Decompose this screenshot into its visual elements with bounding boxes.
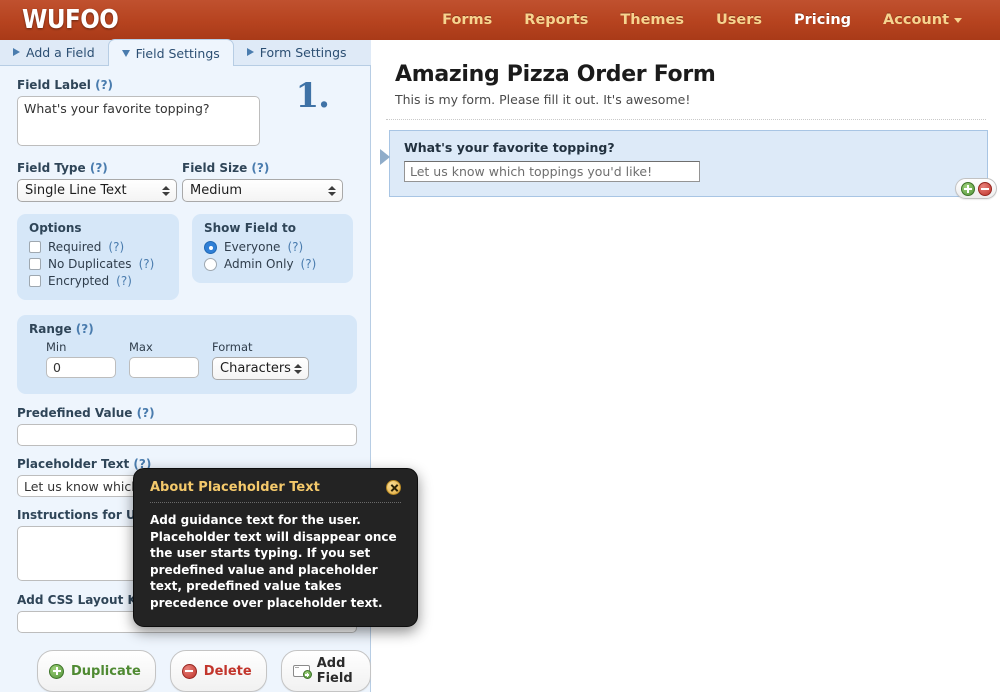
field-size-select[interactable]: Medium bbox=[182, 179, 343, 202]
red-minus-circle-icon[interactable] bbox=[977, 181, 992, 196]
tab-add-a-field[interactable]: Add a Field bbox=[0, 39, 108, 65]
help-icon-range[interactable]: (?) bbox=[76, 322, 94, 336]
nav-item-reports[interactable]: Reports bbox=[508, 8, 604, 32]
radio-admin-only-label: Admin Only bbox=[224, 257, 294, 271]
field-number-badge: 1. bbox=[295, 76, 330, 116]
chevron-down-icon bbox=[954, 17, 962, 23]
form-preview-panel: Amazing Pizza Order Form This is my form… bbox=[372, 40, 1000, 692]
help-icon-field-label[interactable]: (?) bbox=[95, 78, 113, 92]
option-required-label: Required bbox=[48, 240, 102, 254]
stepper-icon bbox=[328, 185, 336, 196]
help-icon-encrypted[interactable]: (?) bbox=[116, 273, 132, 289]
panel-tab-bar: Add a Field Field Settings Form Settings bbox=[0, 39, 371, 66]
range-group: Range (?) Min Max Format Characters bbox=[17, 315, 357, 394]
show-field-to-group: Show Field to Everyone (?) Admin Only (?… bbox=[192, 214, 353, 283]
form-subtitle[interactable]: This is my form. Please fill it out. It'… bbox=[395, 92, 1000, 107]
radio-everyone[interactable] bbox=[204, 240, 217, 254]
range-min-caption: Min bbox=[46, 340, 67, 354]
tab-field-settings[interactable]: Field Settings bbox=[107, 39, 234, 66]
tooltip-header: About Placeholder Text bbox=[150, 480, 401, 503]
stepper-icon bbox=[294, 363, 302, 374]
radio-admin-only[interactable] bbox=[204, 257, 217, 271]
predefined-value-input[interactable] bbox=[17, 424, 357, 446]
delete-button[interactable]: Delete bbox=[169, 650, 267, 692]
tooltip-body: Add guidance text for the user. Placehol… bbox=[150, 513, 397, 610]
nav-item-account-label: Account bbox=[883, 12, 949, 28]
help-icon-field-type[interactable]: (?) bbox=[90, 161, 108, 175]
divider bbox=[386, 119, 986, 120]
duplicate-button[interactable]: Duplicate bbox=[37, 650, 156, 692]
option-required[interactable]: Required (?) bbox=[29, 239, 167, 255]
field-type-select[interactable]: Single Line Text bbox=[17, 179, 177, 202]
preview-field-label: What's your favorite topping? bbox=[404, 140, 615, 155]
option-encrypted-label: Encrypted bbox=[48, 274, 110, 288]
preview-field-placeholder: Let us know which toppings you'd like! bbox=[410, 164, 653, 179]
triangle-right-icon bbox=[13, 48, 20, 56]
range-group-title: Range (?) bbox=[29, 322, 94, 336]
option-no-duplicates[interactable]: No Duplicates (?) bbox=[29, 256, 167, 272]
close-circle-icon[interactable] bbox=[386, 480, 401, 495]
delete-button-label: Delete bbox=[203, 663, 252, 679]
field-size-value: Medium bbox=[190, 183, 242, 198]
wufoo-logo[interactable]: WUFOO bbox=[22, 5, 119, 34]
range-max-input[interactable] bbox=[129, 357, 199, 378]
nav-item-forms[interactable]: Forms bbox=[426, 8, 508, 32]
triangle-right-icon bbox=[246, 48, 254, 56]
green-plus-circle-icon[interactable] bbox=[960, 181, 975, 196]
stepper-icon bbox=[162, 185, 170, 196]
help-icon-admin-only[interactable]: (?) bbox=[301, 256, 317, 272]
tab-field-settings-label: Field Settings bbox=[135, 45, 220, 61]
show-field-to-title: Show Field to bbox=[204, 221, 297, 235]
duplicate-button-label: Duplicate bbox=[71, 663, 141, 679]
range-max-caption: Max bbox=[129, 340, 153, 354]
add-field-icon bbox=[292, 665, 312, 679]
checkbox-required[interactable] bbox=[29, 241, 41, 253]
add-field-button-label: Add Field bbox=[316, 656, 353, 686]
options-group: Options Required (?) No Duplicates (?) E… bbox=[17, 214, 179, 300]
radio-everyone-label: Everyone bbox=[224, 240, 281, 254]
placeholder-text-tooltip: About Placeholder Text Add guidance text… bbox=[133, 468, 418, 627]
option-encrypted[interactable]: Encrypted (?) bbox=[29, 273, 167, 289]
nav-item-pricing[interactable]: Pricing bbox=[778, 8, 867, 32]
help-icon-required[interactable]: (?) bbox=[108, 239, 124, 255]
help-icon-field-size[interactable]: (?) bbox=[251, 161, 269, 175]
nav-item-users[interactable]: Users bbox=[700, 8, 778, 32]
help-icon-predefined-value[interactable]: (?) bbox=[137, 406, 155, 420]
green-plus-circle-icon bbox=[49, 663, 64, 679]
predefined-value-caption: Predefined Value (?) bbox=[17, 406, 155, 420]
nav-item-themes[interactable]: Themes bbox=[604, 8, 700, 32]
triangle-down-icon bbox=[121, 49, 130, 57]
tooltip-title: About Placeholder Text bbox=[150, 480, 320, 495]
tab-form-settings[interactable]: Form Settings bbox=[234, 39, 360, 65]
field-type-value: Single Line Text bbox=[25, 183, 127, 198]
main-navigation: Forms Reports Themes Users Pricing Accou… bbox=[426, 8, 978, 32]
checkbox-no-duplicates[interactable] bbox=[29, 258, 41, 270]
field-label-input[interactable] bbox=[17, 96, 260, 146]
radio-option-everyone[interactable]: Everyone (?) bbox=[204, 239, 341, 255]
options-group-title: Options bbox=[29, 221, 82, 235]
preview-field-input[interactable]: Let us know which toppings you'd like! bbox=[404, 161, 700, 182]
tab-add-a-field-label: Add a Field bbox=[26, 44, 95, 60]
range-min-input[interactable] bbox=[46, 357, 116, 378]
help-icon-everyone[interactable]: (?) bbox=[287, 239, 303, 255]
field-type-caption: Field Type (?) bbox=[17, 161, 108, 175]
add-field-button[interactable]: Add Field bbox=[280, 650, 371, 692]
preview-field-row[interactable]: What's your favorite topping? Let us kno… bbox=[380, 130, 988, 197]
help-icon-no-duplicates[interactable]: (?) bbox=[139, 256, 155, 272]
form-title[interactable]: Amazing Pizza Order Form bbox=[395, 62, 1000, 87]
nav-item-account[interactable]: Account bbox=[867, 8, 978, 32]
checkbox-encrypted[interactable] bbox=[29, 275, 41, 287]
range-format-caption: Format bbox=[212, 340, 253, 354]
field-size-caption: Field Size (?) bbox=[182, 161, 270, 175]
range-format-value: Characters bbox=[220, 361, 291, 376]
red-minus-circle-icon bbox=[181, 663, 197, 679]
tab-form-settings-label: Form Settings bbox=[259, 44, 347, 60]
radio-option-admin-only[interactable]: Admin Only (?) bbox=[204, 256, 341, 272]
selected-field-arrow-icon bbox=[380, 149, 390, 165]
option-no-duplicates-label: No Duplicates bbox=[48, 257, 132, 271]
row-controls[interactable] bbox=[955, 178, 997, 199]
app-header: WUFOO Forms Reports Themes Users Pricing… bbox=[0, 0, 1000, 40]
